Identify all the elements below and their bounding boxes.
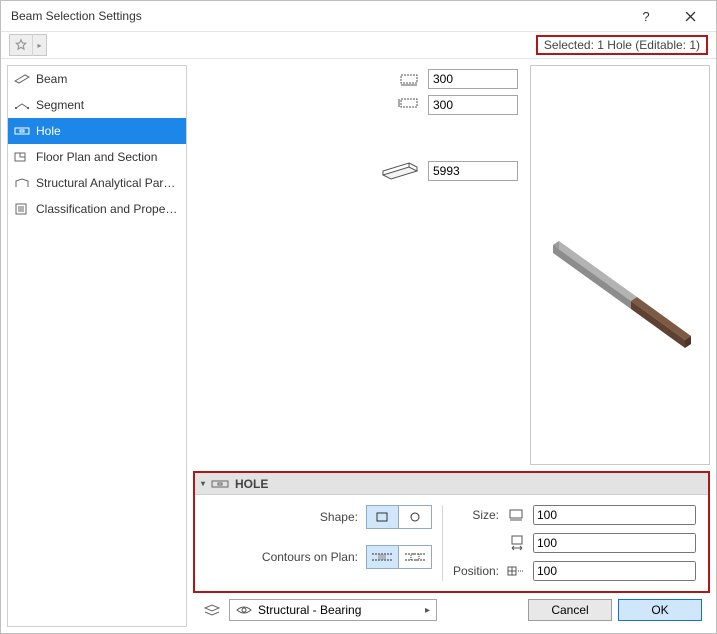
- selection-status: Selected: 1 Hole (Editable: 1): [536, 35, 708, 55]
- length-icon: [378, 162, 422, 180]
- titlebar: Beam Selection Settings ?: [1, 1, 716, 31]
- cancel-label: Cancel: [551, 603, 588, 617]
- hole-position-row: Position:: [453, 561, 696, 581]
- size-w-icon: [505, 506, 527, 524]
- chevron-right-icon: ▸: [425, 605, 430, 616]
- hole-shape-row: Shape:: [207, 505, 432, 529]
- size-label: Size:: [472, 508, 499, 522]
- preview-3d[interactable]: [530, 65, 710, 465]
- sidebar-item-structural[interactable]: Structural Analytical Paramet...: [8, 170, 186, 196]
- sidebar-item-hole[interactable]: Hole: [8, 118, 186, 144]
- param-length-row: [201, 161, 518, 181]
- sidebar-item-floorplan[interactable]: Floor Plan and Section: [8, 144, 186, 170]
- contours-full-icon: [372, 550, 392, 564]
- sidebar-item-beam[interactable]: Beam: [8, 66, 186, 92]
- hole-left-column: Shape: Contours on Plan:: [207, 505, 443, 581]
- param-width-row: [201, 69, 518, 89]
- contours-outline-option[interactable]: [399, 546, 431, 568]
- size-h-icon: [505, 534, 527, 552]
- layers-icon: [201, 603, 223, 617]
- position-label: Position:: [453, 564, 499, 578]
- param-height-row: [201, 95, 518, 115]
- length-input[interactable]: [428, 161, 518, 181]
- rect-shape-icon: [375, 511, 389, 523]
- sidebar-item-label: Floor Plan and Section: [36, 150, 157, 164]
- hole-panel-header[interactable]: ▾ HOLE: [195, 473, 708, 495]
- contours-outline-icon: [405, 550, 425, 564]
- floorplan-icon: [14, 149, 30, 165]
- position-icon: [505, 562, 527, 580]
- toolbar: ▸ Selected: 1 Hole (Editable: 1): [1, 31, 716, 59]
- hole-panel-body: Shape: Contours on Plan:: [195, 495, 708, 591]
- hole-section-icon: [211, 478, 229, 490]
- classification-icon: [14, 201, 30, 217]
- hole-size-h-row: [453, 533, 696, 553]
- hole-size-w-row: Size:: [453, 505, 696, 525]
- size-w-input[interactable]: [533, 505, 696, 525]
- content-area: ▾ HOLE Shape: Conto: [193, 65, 710, 627]
- contours-label: Contours on Plan:: [207, 550, 358, 564]
- top-area: [193, 65, 710, 465]
- ok-button[interactable]: OK: [618, 599, 702, 621]
- ok-label: OK: [651, 603, 668, 617]
- sidebar-item-label: Beam: [36, 72, 67, 86]
- layer-name: Structural - Bearing: [258, 603, 419, 617]
- sidebar: Beam Segment Hole Floor Plan and Section…: [7, 65, 187, 627]
- favorites-button[interactable]: ▸: [9, 34, 47, 56]
- chevron-down-icon: ▸: [32, 34, 46, 56]
- cancel-button[interactable]: Cancel: [528, 599, 612, 621]
- hole-right-column: Size: Position:: [443, 505, 696, 581]
- hole-contours-row: Contours on Plan:: [207, 545, 432, 569]
- hole-panel-title: HOLE: [235, 477, 268, 491]
- sidebar-item-classification[interactable]: Classification and Properties: [8, 196, 186, 222]
- shape-circle-option[interactable]: [399, 506, 431, 528]
- height-icon: [396, 96, 422, 114]
- beam-preview-icon: [535, 145, 705, 385]
- contours-full-option[interactable]: [367, 546, 399, 568]
- width-icon: [396, 70, 422, 88]
- hole-icon: [14, 123, 30, 139]
- circle-shape-icon: [408, 511, 422, 523]
- width-input[interactable]: [428, 69, 518, 89]
- star-icon: [10, 34, 32, 56]
- sidebar-item-label: Segment: [36, 98, 84, 112]
- help-button[interactable]: ?: [624, 2, 668, 30]
- size-h-input[interactable]: [533, 533, 696, 553]
- contours-toggle: [366, 545, 432, 569]
- sidebar-item-label: Hole: [36, 124, 61, 138]
- position-input[interactable]: [533, 561, 696, 581]
- beam-icon: [14, 71, 30, 87]
- sidebar-item-segment[interactable]: Segment: [8, 92, 186, 118]
- footer: Structural - Bearing ▸ Cancel OK: [193, 593, 710, 627]
- eye-icon: [236, 605, 252, 615]
- sidebar-item-label: Classification and Properties: [36, 202, 180, 216]
- close-icon: [685, 11, 696, 22]
- dialog-body: Beam Segment Hole Floor Plan and Section…: [1, 59, 716, 633]
- window-title: Beam Selection Settings: [11, 9, 624, 23]
- shape-toggle: [366, 505, 432, 529]
- segment-icon: [14, 97, 30, 113]
- close-button[interactable]: [668, 2, 712, 30]
- sidebar-item-label: Structural Analytical Paramet...: [36, 176, 180, 190]
- height-input[interactable]: [428, 95, 518, 115]
- structural-icon: [14, 175, 30, 191]
- disclosure-icon: ▾: [201, 479, 205, 488]
- dialog-window: Beam Selection Settings ? ▸ Selected: 1 …: [0, 0, 717, 634]
- shape-label: Shape:: [207, 510, 358, 524]
- params-panel: [193, 65, 526, 465]
- layer-combo[interactable]: Structural - Bearing ▸: [229, 599, 437, 621]
- hole-panel: ▾ HOLE Shape: Conto: [193, 471, 710, 593]
- shape-rect-option[interactable]: [367, 506, 399, 528]
